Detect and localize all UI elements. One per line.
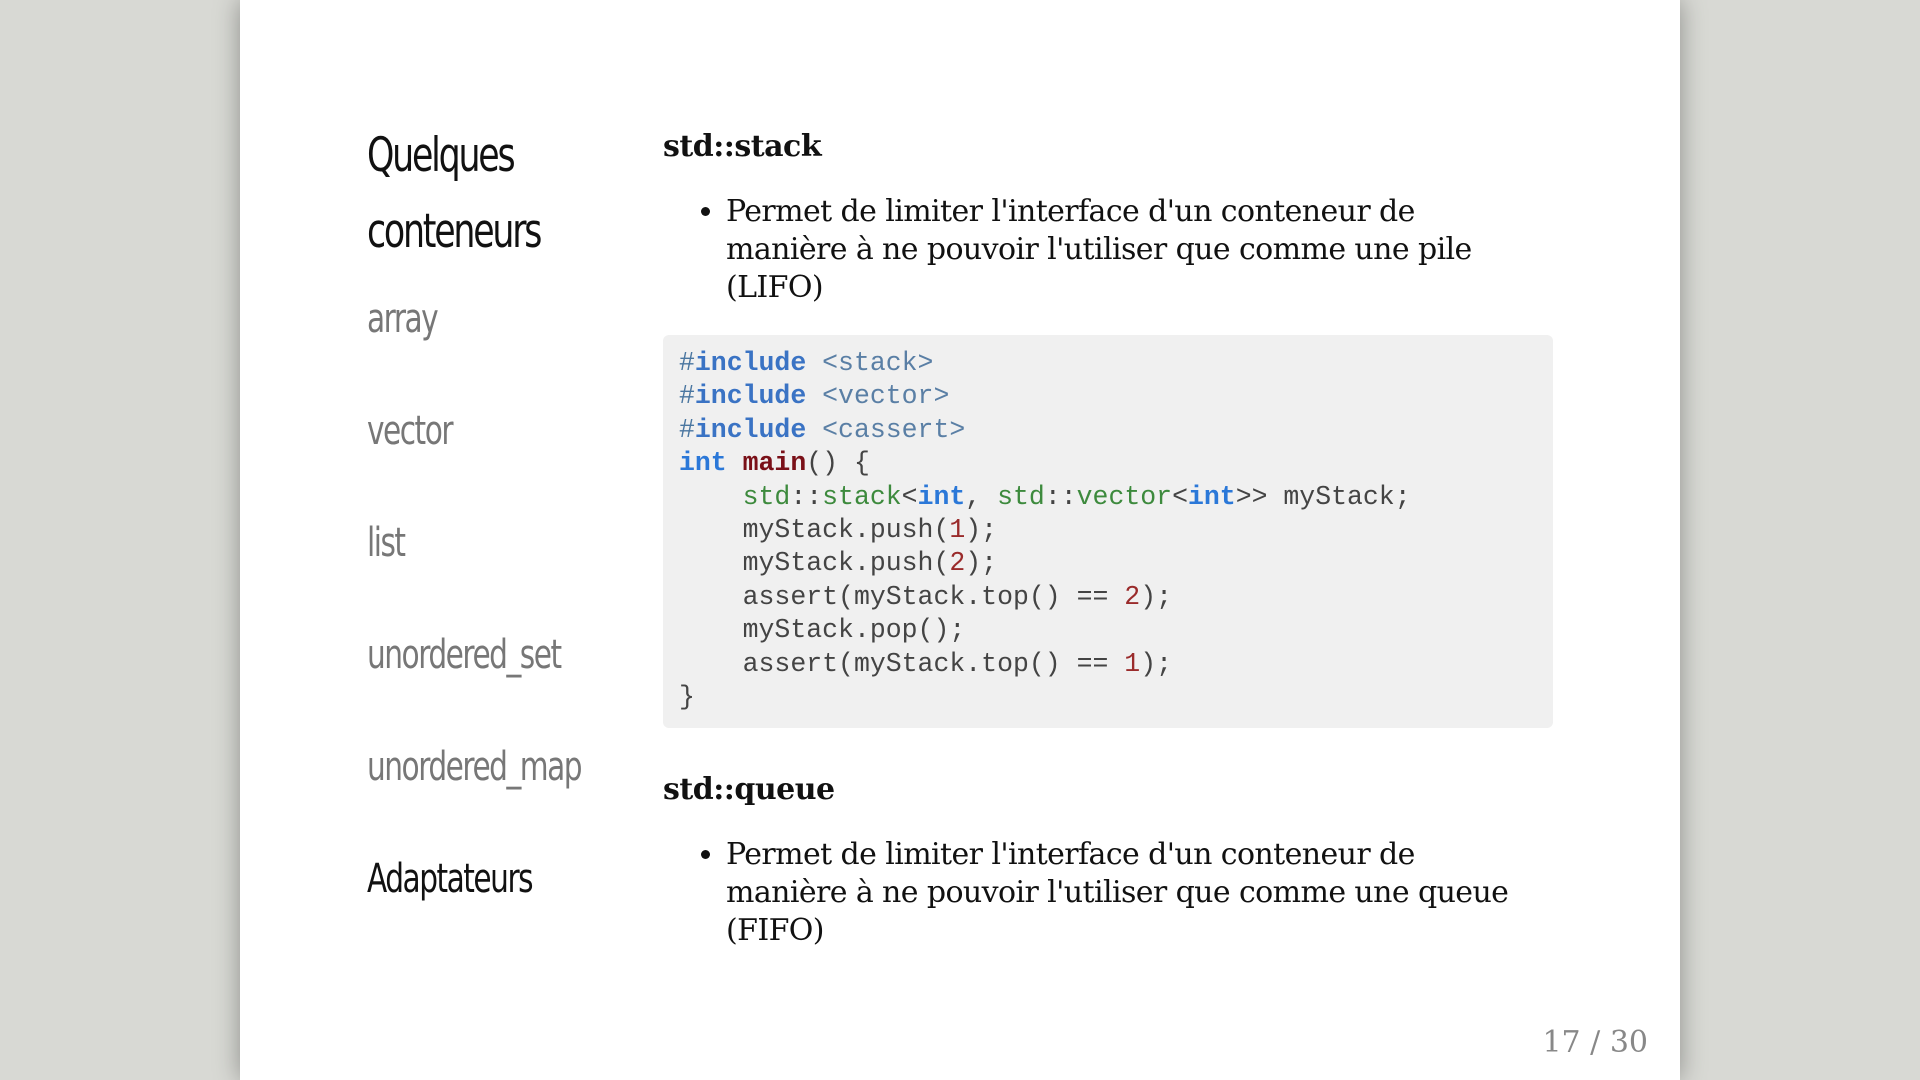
nav-item-vector[interactable]: vector [367,406,589,518]
code-line-pop: myStack.pop(); [679,614,1537,647]
code-main-tail: () { [806,448,870,479]
code-line-include-cassert: #include <cassert> [679,414,1537,447]
code-type-vector: vector [1076,481,1173,512]
code-angle: < [1172,481,1188,512]
code-push-call: myStack.push( [742,548,950,579]
code-pop-call: myStack.pop(); [742,615,966,646]
queue-bullet-line3: (FIFO) [726,913,824,949]
code-angle: < [901,481,918,512]
code-hash: # [679,414,695,445]
code-line-assert-2: assert(myStack.top() == 2); [679,581,1537,614]
code-block: #include <stack> #include <vector> #includ… [663,335,1553,729]
code-number-2: 2 [1124,581,1141,612]
nav-item-unordered-map[interactable]: unordered_map [367,742,589,854]
code-scope: :: [790,481,823,512]
code-type-std: std [742,481,791,512]
stack-bullet-line1: Permet de limiter l'interface d'un conte… [726,194,1415,229]
code-line-push-1: myStack.push(1); [679,514,1537,547]
code-keyword-int: int [679,448,727,479]
code-keyword-include: include [694,348,807,378]
code-keyword-int: int [1187,481,1236,512]
queue-bullet-item: Permet de limiter l'interface d'un conte… [726,836,1553,950]
code-function-main: main [742,448,807,479]
nav-item-list[interactable]: list [367,518,589,630]
code-keyword-int: int [917,481,966,512]
code-scope: :: [1044,481,1077,512]
code-line-include-stack: #include <stack> [679,347,1537,380]
code-close-brace: } [679,681,695,712]
code-type-stack: stack [822,481,902,512]
stack-bullet-list: Permet de limiter l'interface d'un conte… [663,193,1553,307]
sidebar-title-line2: conteneurs [367,204,542,259]
code-push-call: myStack.push( [742,514,950,545]
code-line-push-2: myStack.push(2); [679,547,1537,580]
code-call-tail: ); [1140,648,1173,679]
slide-content: std::stack Permet de limiter l'interface… [663,125,1553,978]
stack-bullet-line2: manière à ne pouvoir l'utiliser que comm… [726,232,1472,267]
code-call-tail: ); [965,548,998,579]
section-heading-stack: std::stack [663,129,822,164]
sidebar-nav: Quelques conteneurs array vector list un… [367,118,667,966]
code-number-1: 1 [1124,648,1141,679]
code-hash: # [679,348,695,378]
sidebar-title-line1: Quelques [367,128,516,183]
code-declaration-tail: >> myStack; [1235,481,1411,512]
code-header-vector: <vector> [822,381,950,412]
nav-item-adaptateurs[interactable]: Adaptateurs [367,854,589,966]
stack-bullet-line3: (LIFO) [726,270,824,305]
code-line-include-vector: #include <vector> [679,380,1537,413]
code-assert-call: assert(myStack.top() == [742,648,1125,679]
code-number-1: 1 [949,514,966,545]
code-comma: , [965,481,998,512]
code-hash: # [679,381,695,412]
code-header-stack: <stack> [822,348,934,378]
code-type-std: std [997,481,1045,512]
code-line-main: int main() { [679,447,1537,480]
code-assert-call: assert(myStack.top() == [742,581,1125,612]
slide: Quelques conteneurs array vector list un… [240,0,1680,1080]
sidebar-title: Quelques conteneurs [367,118,589,270]
code-number-2: 2 [949,548,966,579]
nav-item-unordered-set[interactable]: unordered_set [367,630,589,742]
code-line-declaration: std::stack<int, std::vector<int>> myStac… [679,481,1537,514]
queue-bullet-list: Permet de limiter l'interface d'un conte… [663,836,1553,950]
section-heading-queue: std::queue [663,772,835,808]
queue-bullet-line1: Permet de limiter l'interface d'un conte… [726,837,1415,873]
code-line-close: } [679,681,1537,714]
code-call-tail: ); [1140,581,1173,612]
code-header-cassert: <cassert> [822,414,966,445]
nav-item-array[interactable]: array [367,294,589,406]
code-keyword-include: include [694,414,807,445]
page-counter: 17 / 30 [1542,1025,1648,1060]
code-call-tail: ); [965,514,998,545]
queue-bullet-line2: manière à ne pouvoir l'utiliser que comm… [726,875,1509,911]
stack-bullet-item: Permet de limiter l'interface d'un conte… [726,193,1553,307]
code-keyword-include: include [694,381,807,412]
code-line-assert-1: assert(myStack.top() == 1); [679,648,1537,681]
